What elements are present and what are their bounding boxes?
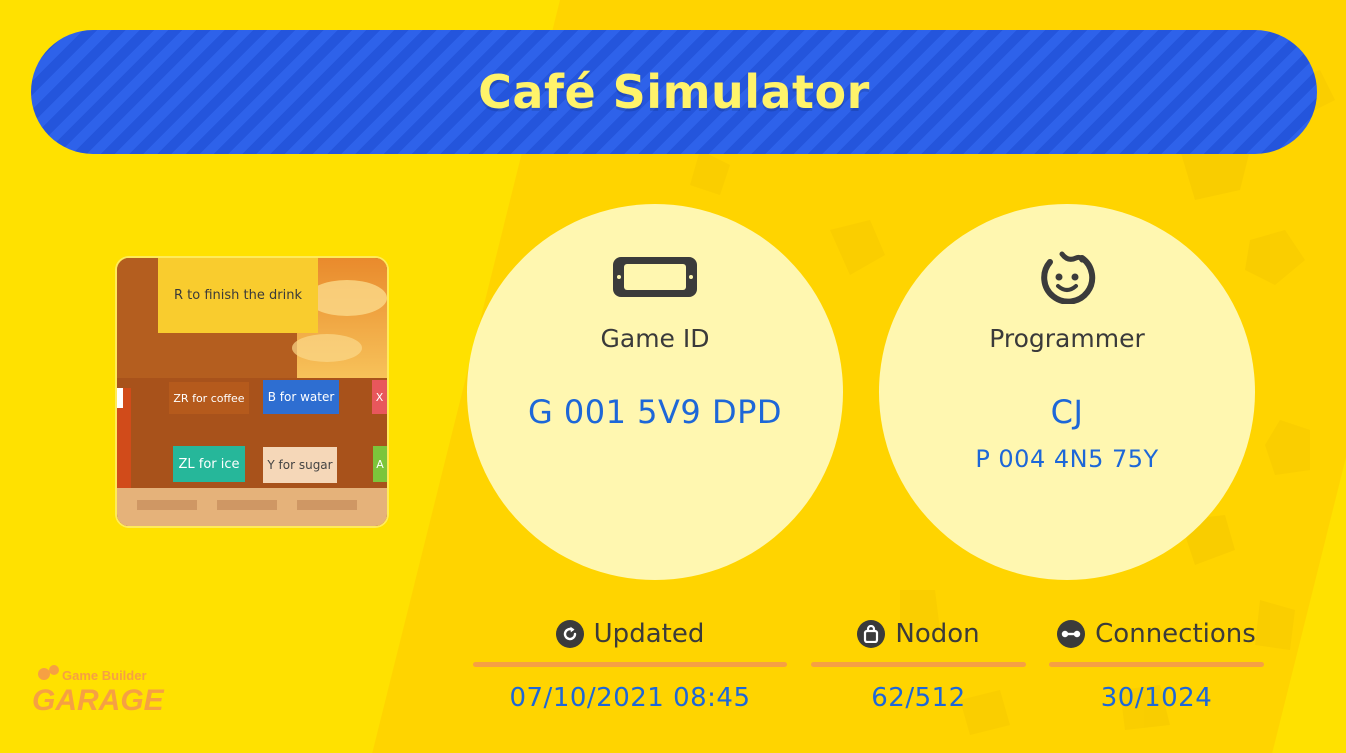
nodon-value: 62/512 xyxy=(871,683,966,713)
game-thumbnail: R to finish the drink ZR for coffee B fo… xyxy=(117,258,387,526)
thumb-label-water: B for water xyxy=(263,380,339,414)
thumb-label-coffee: ZR for coffee xyxy=(169,382,249,414)
game-builder-garage-logo: Game Builder GARAGE xyxy=(32,662,182,720)
title-bar: Café Simulator xyxy=(31,30,1317,154)
game-id-label: Game ID xyxy=(600,324,710,353)
game-id-card: Game ID G 001 5V9 DPD xyxy=(467,204,843,580)
programmer-name: CJ xyxy=(1050,393,1084,431)
stat-connections: Connections 30/1024 xyxy=(1049,616,1264,713)
thumb-label-x: X xyxy=(372,380,387,414)
game-title: Café Simulator xyxy=(478,65,870,119)
connections-divider xyxy=(1049,662,1264,667)
thumb-label-a: A xyxy=(373,446,387,482)
thumb-label-sugar: Y for sugar xyxy=(263,447,337,483)
smiley-face-icon xyxy=(1038,251,1096,304)
stat-nodon: Nodon 62/512 xyxy=(811,616,1026,713)
refresh-icon xyxy=(555,620,584,648)
handheld-console-icon xyxy=(612,252,698,302)
updated-value: 07/10/2021 08:45 xyxy=(509,683,751,713)
thumb-label-finish: R to finish the drink xyxy=(158,258,318,333)
connection-icon xyxy=(1057,620,1086,648)
connections-label: Connections xyxy=(1095,619,1256,649)
programmer-card: Programmer CJ P 004 4N5 75Y xyxy=(879,204,1255,580)
stat-updated: Updated 07/10/2021 08:45 xyxy=(473,616,787,713)
svg-text:GARAGE: GARAGE xyxy=(32,684,165,716)
game-id-value: G 001 5V9 DPD xyxy=(527,393,783,431)
updated-divider xyxy=(473,662,787,667)
nodon-divider xyxy=(811,662,1026,667)
updated-label: Updated xyxy=(593,619,705,649)
programmer-label: Programmer xyxy=(989,324,1145,353)
nodon-label: Nodon xyxy=(895,619,980,649)
thumb-label-ice: ZL for ice xyxy=(173,446,245,482)
svg-text:Game Builder: Game Builder xyxy=(62,668,147,683)
bag-icon xyxy=(857,620,886,648)
connections-value: 30/1024 xyxy=(1100,683,1213,713)
programmer-id: P 004 4N5 75Y xyxy=(975,445,1159,473)
